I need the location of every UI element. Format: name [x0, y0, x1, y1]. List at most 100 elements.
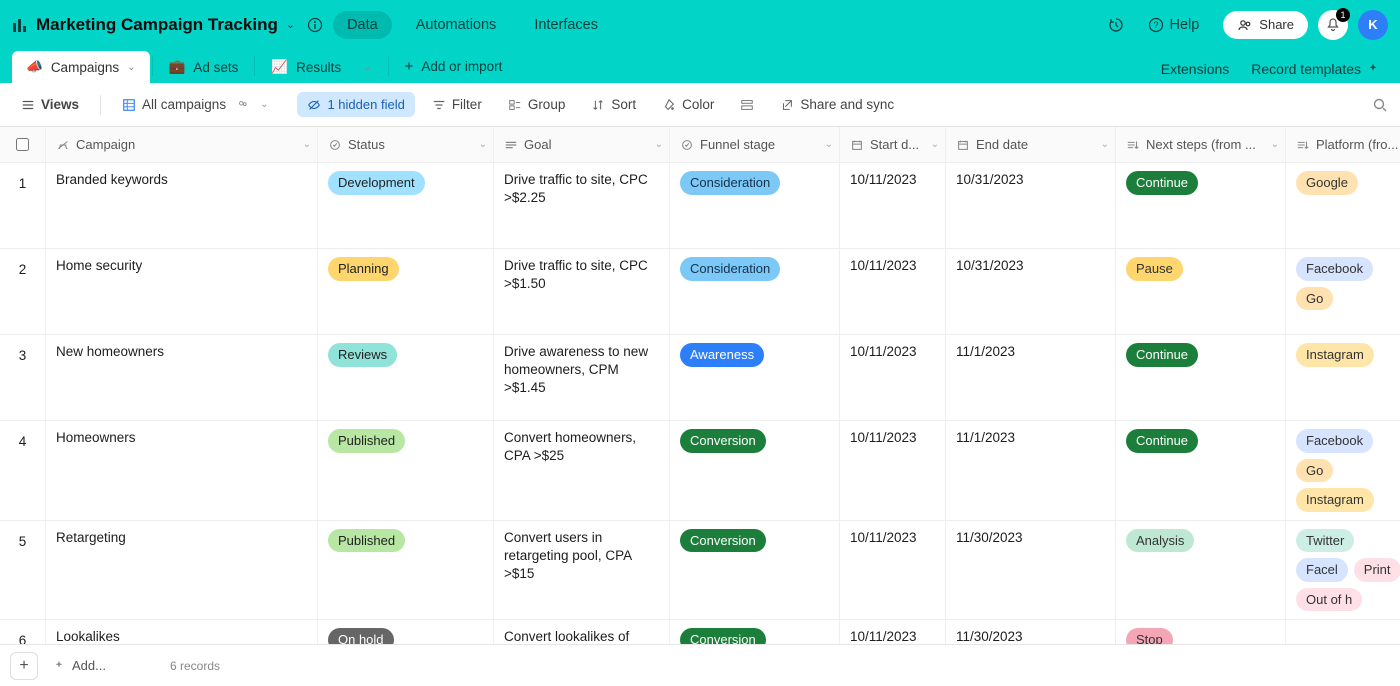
- cell-campaign[interactable]: Home security: [46, 249, 318, 335]
- cell-start-date[interactable]: 10/11/2023: [840, 163, 946, 249]
- cell-status[interactable]: Planning: [318, 249, 494, 335]
- record-templates-link[interactable]: Record templates: [1251, 61, 1380, 77]
- search-icon[interactable]: [1372, 97, 1388, 113]
- cell-campaign[interactable]: Retargeting: [46, 521, 318, 621]
- grid-area[interactable]: Campaign⌄Status⌄Goal⌄Funnel stage⌄Start …: [0, 127, 1400, 644]
- cell-goal[interactable]: Drive traffic to site, CPC >$1.50: [494, 249, 670, 335]
- row-height-button[interactable]: [731, 93, 763, 117]
- add-table-button[interactable]: + Add or import: [391, 50, 517, 83]
- cell-start-date[interactable]: 10/11/2023: [840, 421, 946, 521]
- share-sync-button[interactable]: Share and sync: [771, 92, 903, 117]
- column-header-goal[interactable]: Goal⌄: [494, 127, 670, 163]
- cell-start-date[interactable]: 10/11/2023: [840, 521, 946, 621]
- cell-end-date[interactable]: 11/1/2023: [946, 335, 1116, 421]
- group-button[interactable]: Group: [499, 92, 575, 117]
- nav-data[interactable]: Data: [333, 11, 392, 39]
- chevron-down-icon[interactable]: ⌄: [127, 62, 135, 73]
- cell-next-steps[interactable]: Continue: [1116, 421, 1286, 521]
- cell-goal[interactable]: Convert users in retargeting pool, CPA >…: [494, 521, 670, 621]
- cell-funnel[interactable]: Conversion: [670, 620, 840, 644]
- share-button[interactable]: Share: [1223, 11, 1308, 39]
- help-button[interactable]: ? Help: [1134, 11, 1213, 39]
- cell-campaign[interactable]: Branded keywords: [46, 163, 318, 249]
- cell-next-steps[interactable]: Continue: [1116, 335, 1286, 421]
- cell-start-date[interactable]: 10/11/2023: [840, 335, 946, 421]
- cell-next-steps[interactable]: Analysis: [1116, 521, 1286, 621]
- chevron-down-icon[interactable]: ⌄: [1271, 139, 1279, 150]
- cell-next-steps[interactable]: Stop: [1116, 620, 1286, 644]
- cell-platform[interactable]: [1286, 620, 1400, 644]
- row-number[interactable]: 4: [0, 421, 46, 521]
- cell-funnel[interactable]: Awareness: [670, 335, 840, 421]
- views-button[interactable]: Views: [12, 92, 88, 117]
- cell-status[interactable]: On hold: [318, 620, 494, 644]
- column-header-funnel[interactable]: Funnel stage⌄: [670, 127, 840, 163]
- user-avatar[interactable]: K: [1358, 10, 1388, 40]
- cell-platform[interactable]: Google: [1286, 163, 1400, 249]
- chevron-down-icon[interactable]: ⌄: [825, 139, 833, 150]
- chevron-down-icon[interactable]: ⌄: [655, 139, 663, 150]
- cell-status[interactable]: Published: [318, 521, 494, 621]
- cell-platform[interactable]: TwitterFacelPrintOut of h: [1286, 521, 1400, 621]
- sort-button[interactable]: Sort: [582, 92, 645, 117]
- chevron-down-icon[interactable]: ⌄: [479, 139, 487, 150]
- history-icon[interactable]: [1108, 17, 1124, 33]
- cell-funnel[interactable]: Consideration: [670, 163, 840, 249]
- cell-goal[interactable]: Drive awareness to new homeowners, CPM >…: [494, 335, 670, 421]
- color-button[interactable]: Color: [653, 92, 723, 117]
- chevron-down-icon[interactable]: ⌄: [363, 62, 371, 73]
- cell-next-steps[interactable]: Continue: [1116, 163, 1286, 249]
- filter-button[interactable]: Filter: [423, 92, 491, 117]
- cell-goal[interactable]: Convert lookalikes of high-value purchas…: [494, 620, 670, 644]
- column-header-next[interactable]: Next steps (from ...⌄: [1116, 127, 1286, 163]
- row-number[interactable]: 3: [0, 335, 46, 421]
- info-icon[interactable]: [307, 17, 323, 33]
- cell-campaign[interactable]: Homeowners: [46, 421, 318, 521]
- cell-goal[interactable]: Drive traffic to site, CPC >$2.25: [494, 163, 670, 249]
- nav-automations[interactable]: Automations: [402, 11, 511, 39]
- nav-interfaces[interactable]: Interfaces: [520, 11, 612, 39]
- extensions-link[interactable]: Extensions: [1161, 61, 1229, 77]
- cell-platform[interactable]: FacebookGoInstagram: [1286, 421, 1400, 521]
- row-number[interactable]: 6: [0, 620, 46, 644]
- cell-funnel[interactable]: Conversion: [670, 421, 840, 521]
- row-number[interactable]: 2: [0, 249, 46, 335]
- add-record-button[interactable]: +: [10, 652, 38, 680]
- cell-status[interactable]: Published: [318, 421, 494, 521]
- chevron-down-icon[interactable]: ⌄: [931, 139, 939, 150]
- column-header-end[interactable]: End date⌄: [946, 127, 1116, 163]
- cell-platform[interactable]: Instagram: [1286, 335, 1400, 421]
- current-view[interactable]: All campaigns ⌄: [113, 92, 277, 117]
- base-title-wrap[interactable]: Marketing Campaign Tracking ⌄: [12, 15, 323, 35]
- select-all-checkbox[interactable]: [0, 127, 46, 163]
- cell-end-date[interactable]: 11/30/2023: [946, 620, 1116, 644]
- cell-end-date[interactable]: 10/31/2023: [946, 163, 1116, 249]
- cell-campaign[interactable]: Lookalikes: [46, 620, 318, 644]
- column-header-status[interactable]: Status⌄: [318, 127, 494, 163]
- add-menu-button[interactable]: Add...: [52, 658, 106, 673]
- row-number[interactable]: 1: [0, 163, 46, 249]
- chevron-down-icon[interactable]: ⌄: [286, 18, 295, 31]
- cell-funnel[interactable]: Conversion: [670, 521, 840, 621]
- cell-end-date[interactable]: 11/1/2023: [946, 421, 1116, 521]
- cell-end-date[interactable]: 11/30/2023: [946, 521, 1116, 621]
- chevron-down-icon[interactable]: ⌄: [1101, 139, 1109, 150]
- cell-next-steps[interactable]: Pause: [1116, 249, 1286, 335]
- column-header-start[interactable]: Start d...⌄: [840, 127, 946, 163]
- cell-start-date[interactable]: 10/11/2023: [840, 620, 946, 644]
- cell-platform[interactable]: FacebookGo: [1286, 249, 1400, 335]
- chevron-down-icon[interactable]: ⌄: [260, 99, 268, 110]
- cell-status[interactable]: Reviews: [318, 335, 494, 421]
- cell-campaign[interactable]: New homeowners: [46, 335, 318, 421]
- tab-results[interactable]: 📈 Results ⌄: [257, 51, 385, 83]
- cell-end-date[interactable]: 10/31/2023: [946, 249, 1116, 335]
- hidden-fields-button[interactable]: 1 hidden field: [297, 92, 414, 117]
- cell-goal[interactable]: Convert homeowners, CPA >$25: [494, 421, 670, 521]
- tab-campaigns[interactable]: 📣 Campaigns ⌄: [12, 51, 150, 83]
- tab-adsets[interactable]: 💼 Ad sets: [155, 51, 253, 83]
- notifications-button[interactable]: 1: [1318, 10, 1348, 40]
- column-header-platform[interactable]: Platform (fro...⌄: [1286, 127, 1400, 163]
- row-number[interactable]: 5: [0, 521, 46, 621]
- cell-funnel[interactable]: Consideration: [670, 249, 840, 335]
- chevron-down-icon[interactable]: ⌄: [303, 139, 311, 150]
